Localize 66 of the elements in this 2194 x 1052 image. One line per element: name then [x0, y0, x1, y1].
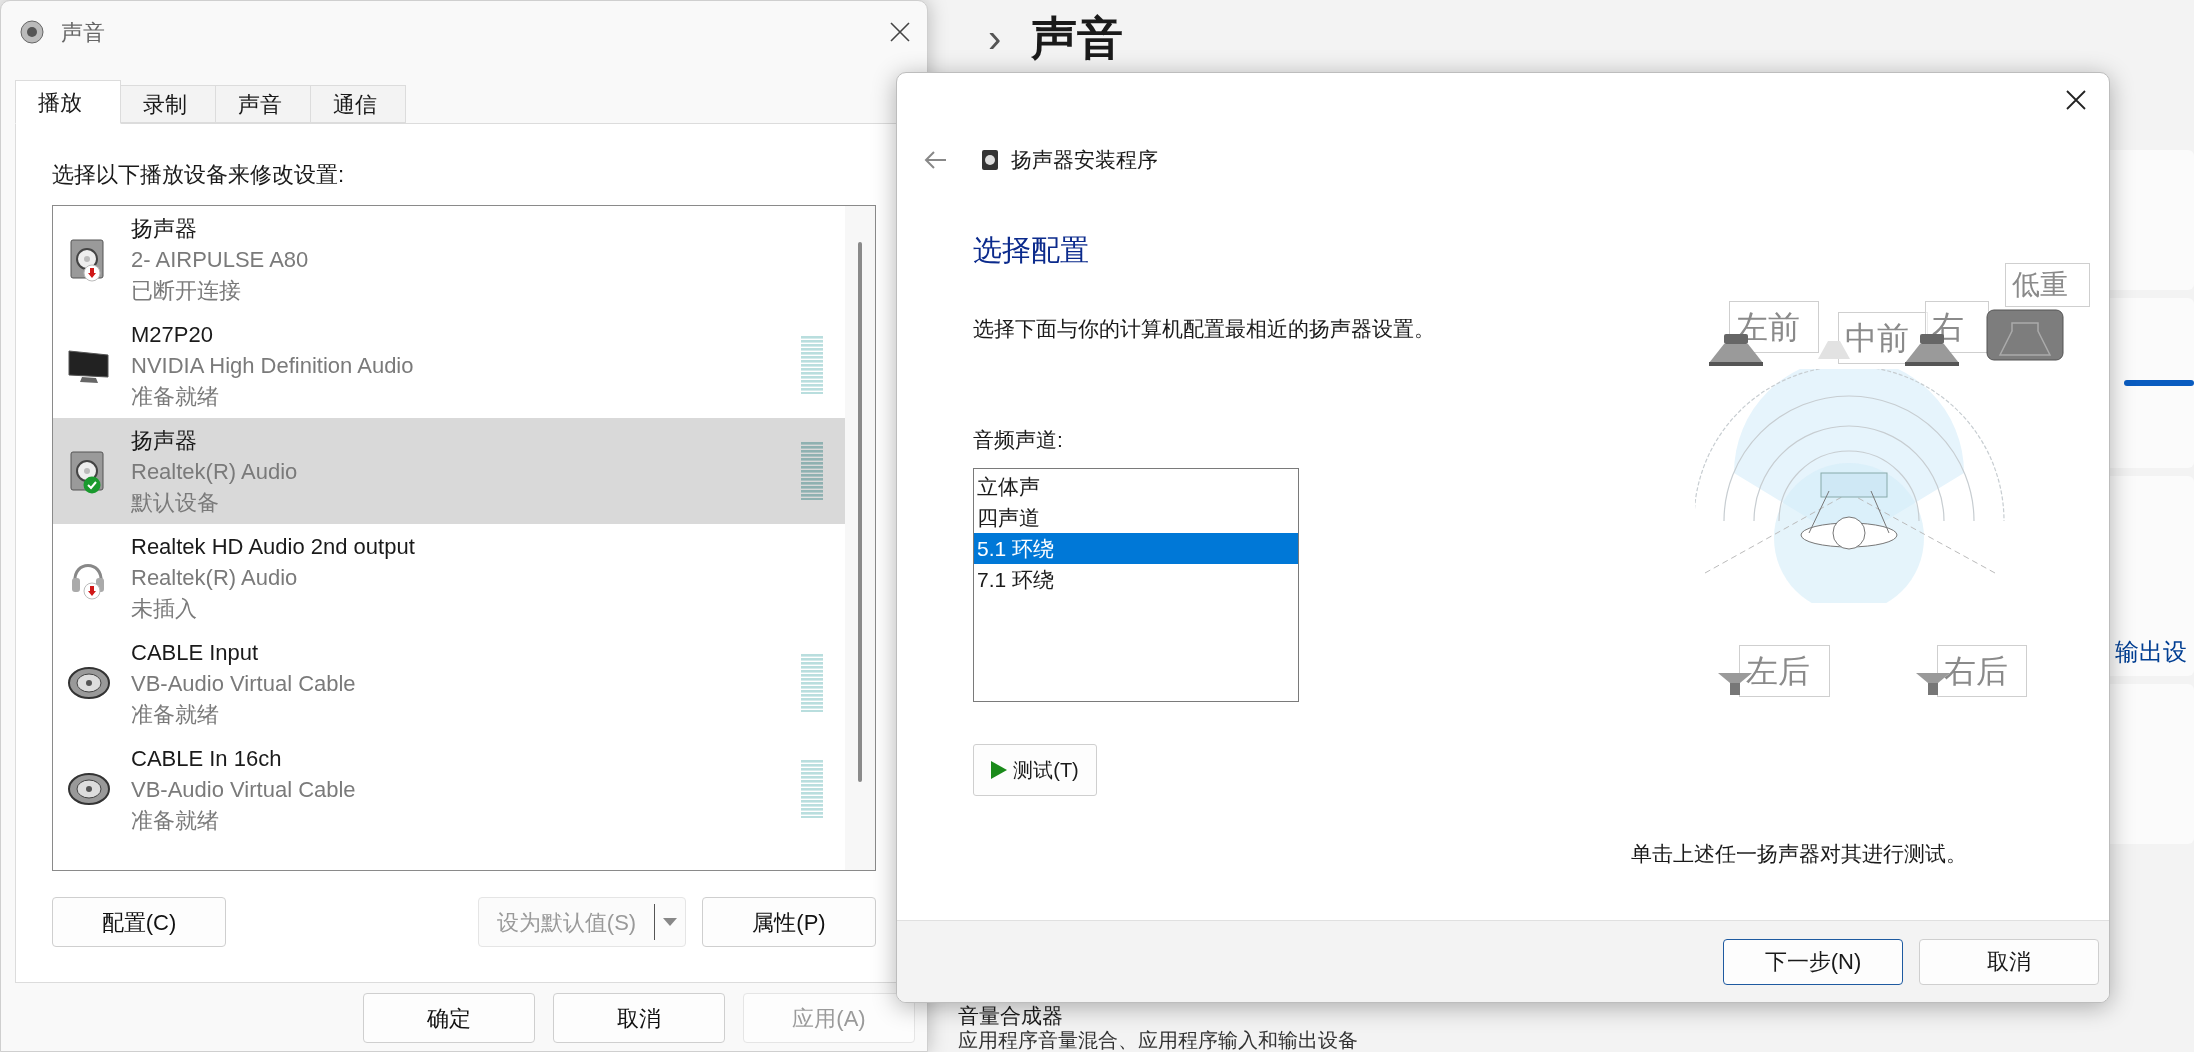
device-status: 准备就绪 [131, 382, 220, 411]
play-icon [991, 760, 1008, 779]
breadcrumb-separator: › [988, 15, 1002, 62]
device-row[interactable]: M27P20 NVIDIA High Definition Audio 准备就绪 [53, 312, 845, 418]
tab[interactable]: 录制 [121, 85, 216, 123]
level-meter-icon [801, 760, 823, 818]
device-row[interactable]: Realtek HD Audio 2nd output Realtek(R) Audio 未插入 [53, 524, 845, 630]
button[interactable]: 取消 [553, 993, 725, 1043]
device-status: 准备就绪 [131, 700, 220, 729]
device-driver: VB-Audio Virtual Cable [131, 775, 356, 804]
channels-label: 音频声道: [973, 427, 1064, 453]
level-meter-icon [801, 654, 823, 712]
close-icon[interactable] [889, 21, 911, 43]
device-driver: 2- AIRPULSE A80 [131, 245, 309, 274]
device-name: CABLE In 16ch [131, 744, 283, 773]
device-row[interactable]: CABLE Input VB-Audio Virtual Cable 准备就绪 [53, 630, 845, 736]
button[interactable]: 取消 [1919, 938, 2099, 985]
wizard-heading: 选择配置 [973, 233, 1090, 268]
level-meter-icon [801, 442, 823, 500]
subwoofer-icon[interactable] [1986, 308, 2064, 363]
back-arrow-icon[interactable] [923, 150, 947, 170]
device-status: 未插入 [131, 594, 198, 623]
channel-option[interactable]: 5.1 环绕 [974, 532, 1298, 564]
page-title: 声音 [1031, 11, 1124, 66]
device-name: Realtek HD Audio 2nd output [131, 532, 415, 561]
speaker-label: 左后 [1739, 644, 1830, 697]
test-button[interactable]: 测试(T) [973, 743, 1097, 796]
device-status: 准备就绪 [131, 806, 220, 835]
channel-option[interactable]: 7.1 环绕 [974, 563, 1298, 595]
device-status: 已断开连接 [131, 276, 242, 305]
wizard-title: 扬声器安装程序 [1011, 147, 1158, 174]
description-text: 选择下面与你的计算机配置最相近的扬声器设置。 [973, 315, 1436, 342]
speaker-icon [19, 19, 45, 45]
device-name: 扬声器 [131, 426, 198, 455]
tab[interactable]: 通信 [311, 85, 406, 123]
button[interactable]: 下一步(N) [1723, 938, 1903, 985]
button[interactable]: 确定 [363, 993, 535, 1043]
device-name: CABLE Input [131, 638, 260, 667]
button[interactable]: 配置(C) [52, 897, 226, 947]
mixer-description: 应用程序音量混合、应用程序输入和输出设备 [958, 1028, 1359, 1052]
device-name: M27P20 [131, 320, 214, 349]
speaker-icon [981, 149, 999, 171]
device-driver: Realtek(R) Audio [131, 457, 298, 486]
device-driver: NVIDIA High Definition Audio [131, 351, 414, 380]
device-driver: Realtek(R) Audio [131, 563, 299, 592]
hint-text: 单击上述任一扬声器对其进行测试。 [1631, 840, 1968, 867]
device-row[interactable]: 扬声器 Realtek(R) Audio 默认设备 [53, 418, 845, 524]
output-device-link[interactable]: 输出设 [2115, 634, 2187, 670]
scrollbar[interactable] [845, 206, 875, 870]
button[interactable]: 属性(P) [702, 897, 876, 947]
window-title: 声音 [61, 18, 105, 47]
channel-option[interactable]: 立体声 [974, 470, 1298, 502]
speaker-label: 低重 [2005, 262, 2090, 307]
device-name: 扬声器 [131, 214, 198, 243]
tab[interactable]: 播放 [15, 80, 121, 124]
device-row[interactable]: 扬声器 2- AIRPULSE A80 已断开连接 [53, 206, 845, 312]
level-meter-icon [801, 336, 823, 394]
channel-option[interactable]: 四声道 [974, 501, 1298, 533]
tab[interactable]: 声音 [216, 85, 311, 123]
device-driver: VB-Audio Virtual Cable [131, 669, 356, 698]
instruction-text: 选择以下播放设备来修改设置: [52, 161, 346, 189]
close-icon[interactable] [2065, 89, 2087, 111]
device-row[interactable]: CABLE In 16ch VB-Audio Virtual Cable 准备就绪 [53, 736, 845, 842]
device-status: 默认设备 [131, 488, 220, 517]
speaker-label: 右后 [1937, 644, 2027, 697]
mixer-title[interactable]: 音量合成器 [958, 1004, 2194, 1028]
